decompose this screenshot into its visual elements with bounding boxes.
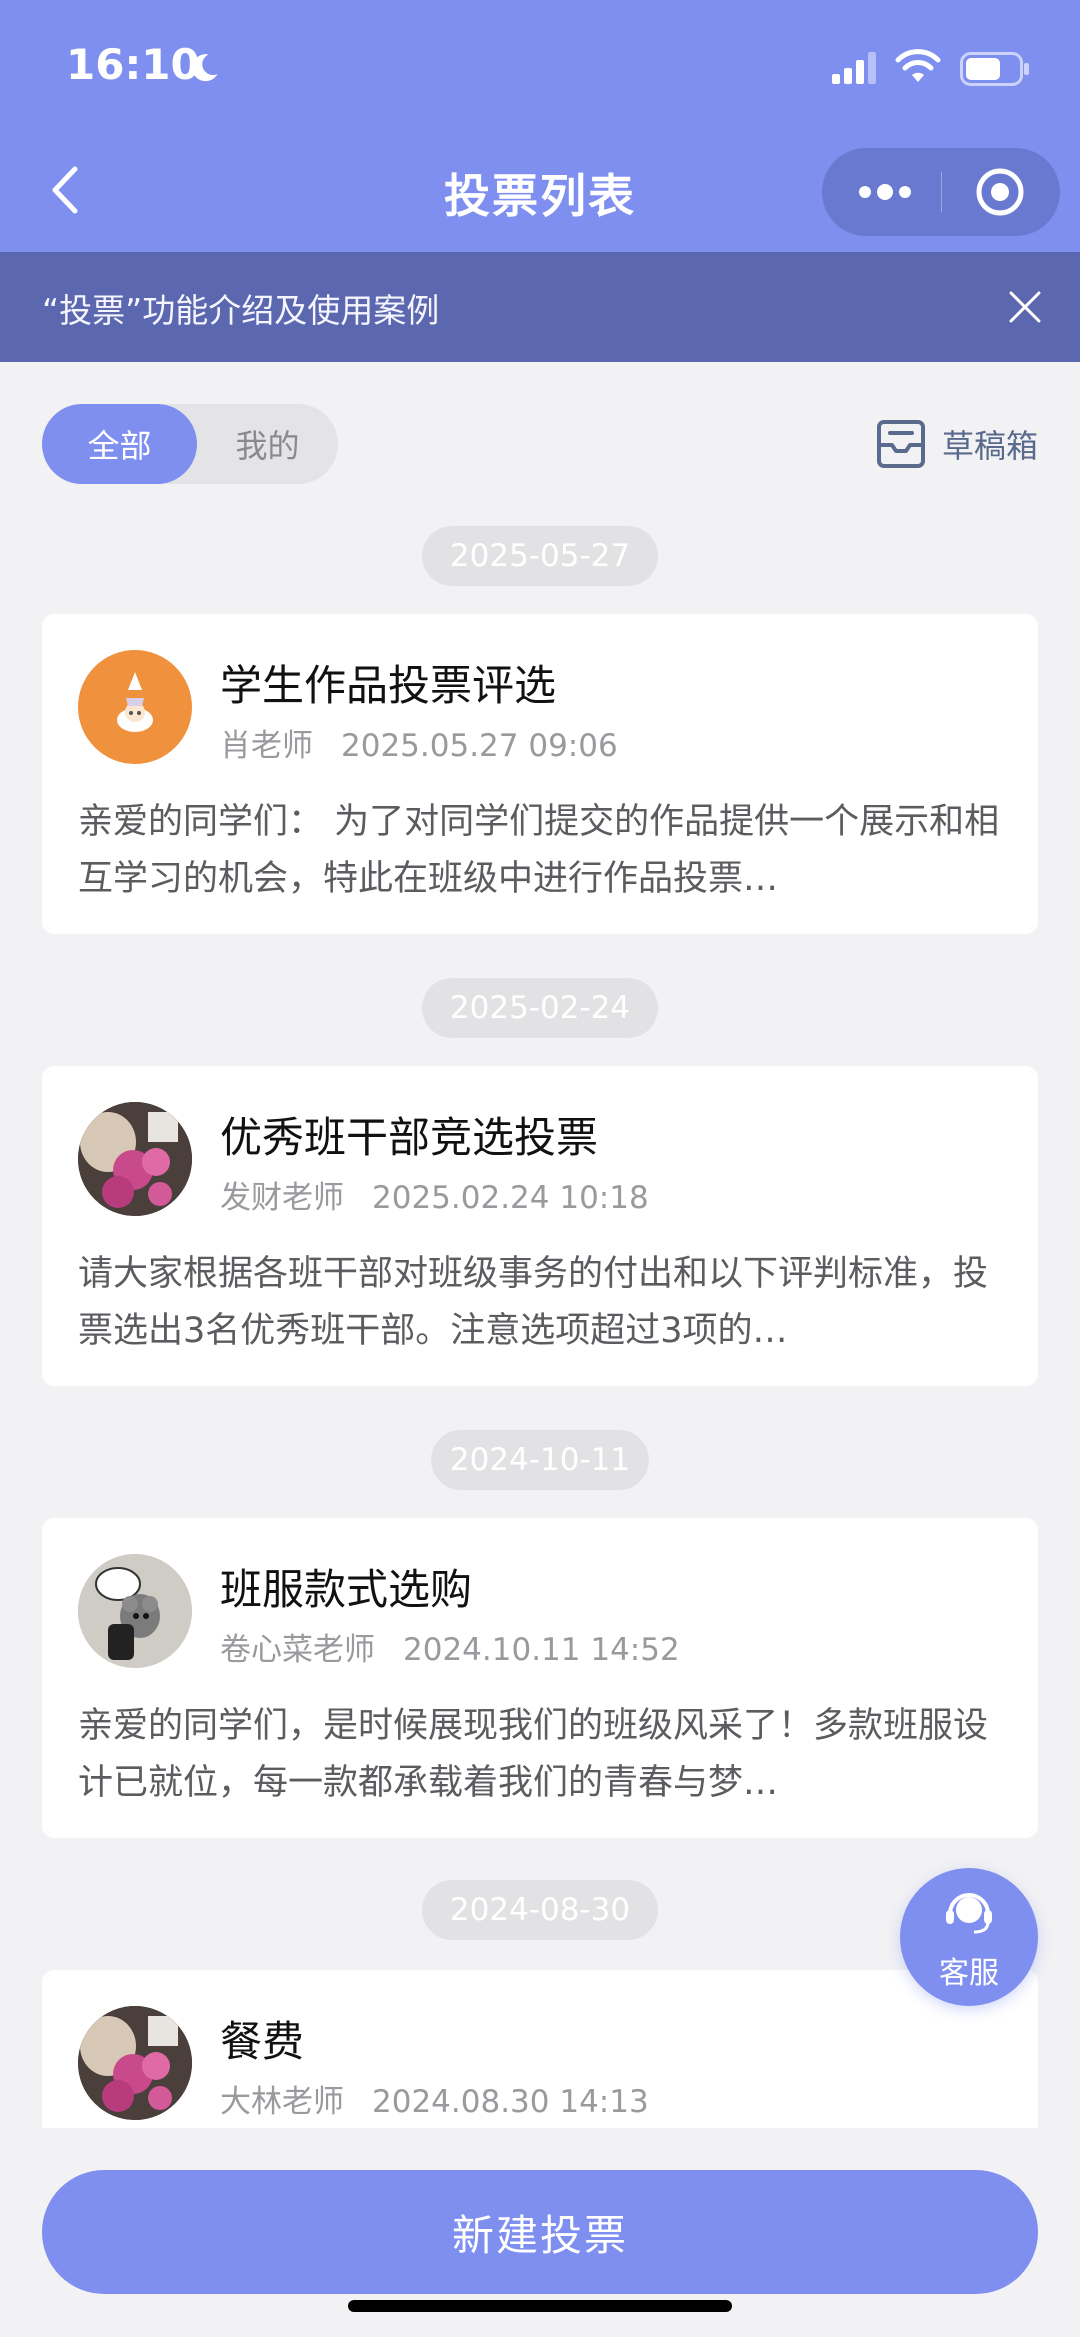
- card-author: 发财老师: [220, 1180, 344, 1216]
- date-separator: 2024-10-11: [431, 1430, 649, 1490]
- card-author: 卷心菜老师: [220, 1632, 375, 1668]
- card-description: 亲爱的同学们，是时候展现我们的班级风采了！多款班服设计已就位，每一款都承载着我们…: [78, 1706, 989, 1803]
- card-description: 请大家根据各班干部对班级事务的付出和以下评判标准，投票选出3名优秀班干部。注意选…: [78, 1254, 989, 1351]
- avatar: [78, 1102, 192, 1216]
- signal-icon: [832, 52, 876, 84]
- drafts-label: 草稿箱: [941, 427, 1038, 465]
- filter-mine-tab[interactable]: 我的: [197, 404, 338, 484]
- avatar: [78, 2006, 192, 2120]
- card-time: 2024.08.30 14:13: [372, 2084, 649, 2120]
- capsule-divider: [941, 172, 942, 212]
- avatar: [78, 650, 192, 764]
- customer-service-button[interactable]: 客服: [900, 1868, 1080, 2006]
- wifi-icon: [895, 49, 941, 82]
- filter-all-tab[interactable]: 全部: [42, 404, 197, 484]
- banner-text: “投票”功能介绍及使用案例: [42, 291, 440, 330]
- card-meta: 卷心菜老师 2024.10.11 14:52: [220, 1624, 680, 1669]
- vote-card[interactable]: 餐费 大林老师 2024.08.30 14:13: [42, 1970, 1038, 2128]
- header: 16:10 投票列表: [0, 0, 1080, 252]
- home-indicator: [348, 2300, 732, 2312]
- date-separator: 2025-02-24: [422, 978, 658, 1038]
- card-author: 大林老师: [220, 2084, 344, 2120]
- card-time: 2024.10.11 14:52: [403, 1632, 680, 1668]
- close-mini-program-button[interactable]: [970, 166, 1030, 218]
- card-time: 2025.02.24 10:18: [372, 1180, 649, 1216]
- status-time: 16:10: [66, 40, 200, 89]
- card-meta: 肖老师 2025.05.27 09:06: [220, 720, 618, 765]
- target-circle-icon: [976, 168, 1024, 216]
- vote-card[interactable]: 班服款式选购 卷心菜老师 2024.10.11 14:52 亲爱的同学们，是时候展…: [42, 1518, 1038, 1838]
- card-meta: 大林老师 2024.08.30 14:13: [220, 2076, 649, 2121]
- card-title: 餐费: [220, 2017, 305, 2066]
- close-icon: [1009, 291, 1041, 323]
- card-description: 亲爱的同学们： 为了对同学们提交的作品提供一个展示和相互学习的机会，特此在班级中…: [78, 802, 1000, 899]
- vote-card[interactable]: 学生作品投票评选 肖老师 2025.05.27 09:06 亲爱的同学们： 为了对…: [42, 614, 1038, 934]
- date-separator: 2024-08-30: [422, 1880, 658, 1940]
- headset-icon: [946, 1893, 992, 1934]
- more-dots-icon: [859, 184, 911, 200]
- card-title: 学生作品投票评选: [220, 661, 557, 710]
- more-button[interactable]: [850, 172, 920, 212]
- status-bar: 16:10: [0, 0, 1080, 130]
- avatar: [78, 1554, 192, 1668]
- inbox-icon: [876, 420, 925, 468]
- mini-program-capsule: [822, 148, 1060, 236]
- card-meta: 发财老师 2025.02.24 10:18: [220, 1172, 649, 1217]
- nav-bar: 投票列表: [0, 130, 1080, 252]
- intro-banner[interactable]: “投票”功能介绍及使用案例: [0, 252, 1080, 362]
- card-title: 优秀班干部竞选投票: [220, 1113, 599, 1162]
- drafts-button[interactable]: 草稿箱: [876, 412, 1038, 476]
- banner-close-button[interactable]: [996, 278, 1054, 336]
- new-vote-button[interactable]: 新建投票: [42, 2170, 1038, 2294]
- card-time: 2025.05.27 09:06: [341, 728, 618, 764]
- filter-toggle: 全部 我的: [42, 404, 338, 484]
- moon-icon: [192, 54, 218, 82]
- customer-service-label: 客服: [939, 1956, 999, 1991]
- vote-card[interactable]: 优秀班干部竞选投票 发财老师 2025.02.24 10:18 请大家根据各班干部…: [42, 1066, 1038, 1386]
- card-title: 班服款式选购: [220, 1565, 473, 1614]
- card-author: 肖老师: [220, 728, 313, 764]
- battery-icon: [960, 52, 1029, 86]
- date-separator: 2025-05-27: [422, 526, 658, 586]
